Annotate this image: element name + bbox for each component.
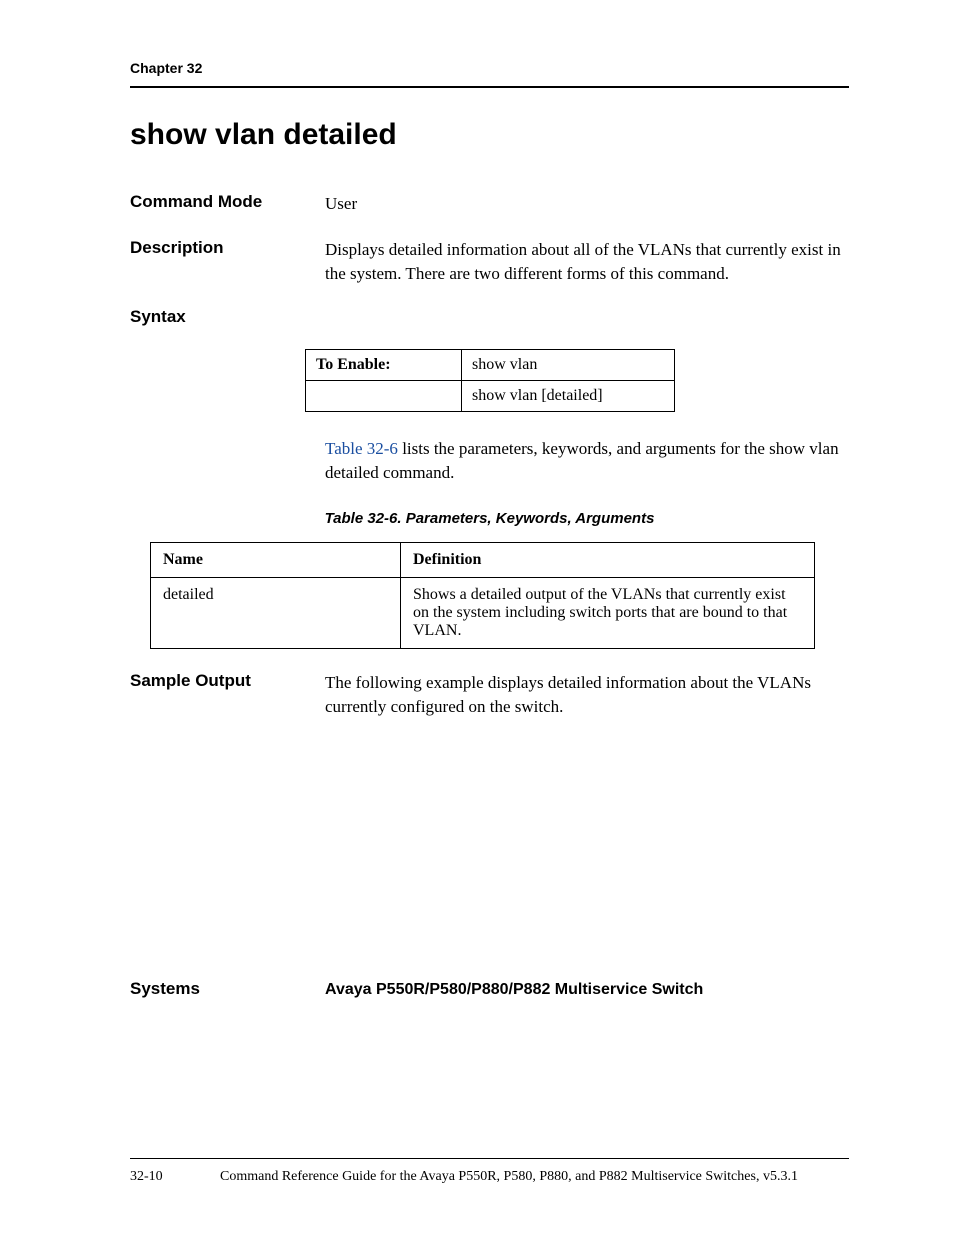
command-mode-label: Command Mode <box>130 192 325 216</box>
syntax-label: Syntax <box>130 307 325 327</box>
param-table: Name Definition detailed Shows a detaile… <box>150 542 815 649</box>
th-definition: Definition <box>401 542 815 577</box>
td-name: detailed <box>151 577 401 648</box>
syntax-table: To Enable: show vlan show vlan [detailed… <box>305 349 675 412</box>
footer-text: Command Reference Guide for the Avaya P5… <box>220 1169 849 1185</box>
page-title: show vlan detailed <box>130 118 849 152</box>
syntax-body <box>325 307 849 327</box>
th-name: Name <box>151 542 401 577</box>
description-row: Description Displays detailed informatio… <box>130 238 849 286</box>
page-header: Chapter 32 <box>130 60 849 88</box>
table-row: show vlan [detailed] <box>306 381 675 412</box>
sample-output-row: Sample Output The following example disp… <box>130 671 849 719</box>
syntax-row-cmd: show vlan [detailed] <box>462 381 675 412</box>
table-row: detailed Shows a detailed output of the … <box>151 577 815 648</box>
reference-text: Table 32-6 lists the parameters, keyword… <box>325 437 849 485</box>
table-reference-link[interactable]: Table 32-6 <box>325 439 398 458</box>
table-header-row: Name Definition <box>151 542 815 577</box>
syntax-row-cmd: show vlan <box>462 350 675 381</box>
page-number: 32-10 <box>130 1169 220 1185</box>
description-label: Description <box>130 238 325 286</box>
syntax-row-head <box>306 381 462 412</box>
command-mode-row: Command Mode User <box>130 192 849 216</box>
td-definition: Shows a detailed output of the VLANs tha… <box>401 577 815 648</box>
command-mode-value: User <box>325 192 849 216</box>
chapter-label: Chapter 32 <box>130 60 202 76</box>
table-row: To Enable: show vlan <box>306 350 675 381</box>
param-table-caption: Table 32-6. Parameters, Keywords, Argume… <box>130 510 849 527</box>
description-value: Displays detailed information about all … <box>325 238 849 286</box>
page-footer: 32-10 Command Reference Guide for the Av… <box>130 1158 849 1185</box>
syntax-row-head: To Enable: <box>306 350 462 381</box>
reference-rest: lists the parameters, keywords, and argu… <box>325 439 839 482</box>
syntax-row: Syntax <box>130 307 849 327</box>
systems-value: Avaya P550R/P580/P880/P882 Multiservice … <box>325 979 849 1001</box>
sample-output-value: The following example displays detailed … <box>325 671 849 719</box>
sample-output-label: Sample Output <box>130 671 325 719</box>
systems-label: Systems <box>130 979 325 1001</box>
page: Chapter 32 show vlan detailed Command Mo… <box>0 0 954 1235</box>
systems-row: Systems Avaya P550R/P580/P880/P882 Multi… <box>130 979 849 1001</box>
reference-row: Table 32-6 lists the parameters, keyword… <box>130 437 849 485</box>
